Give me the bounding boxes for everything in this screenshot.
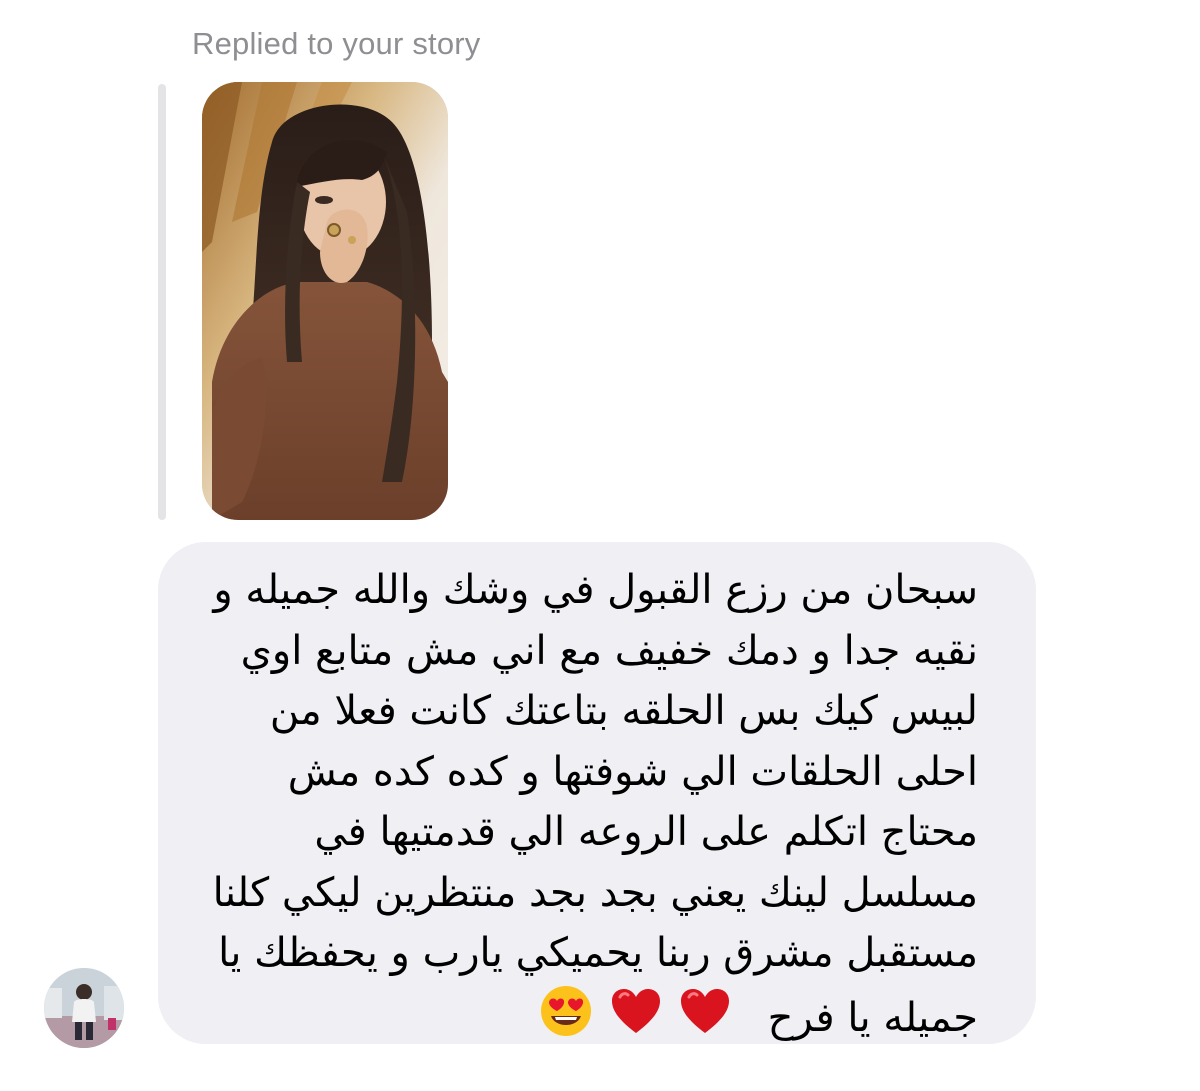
message-line: مسلسل لينك يعني بجد بجد منتظرين ليكي كلن… [212, 869, 978, 916]
message-line: سبحان من رزع القبول في وشك والله جميله و [213, 567, 978, 613]
message-line: لبيس كيك بس الحلقه بتاعتك كانت فعلا من [269, 688, 978, 734]
story-thumbnail[interactable] [202, 82, 448, 520]
heart-eyes-icon [539, 984, 593, 1056]
message-line: احلى الحلقات الي شوفتها و كده كده مش [287, 748, 978, 795]
dm-thread: Replied to your story سبحان من رزع القبو… [0, 0, 1200, 1091]
heart-icon [610, 987, 662, 1053]
replied-to-story-label: Replied to your story [192, 26, 481, 61]
message-text: سبحان من رزع القبول في وشك والله جميله و… [178, 560, 978, 1055]
message-line: محتاج اتكلم على الروعه الي قدمتيها في [314, 809, 978, 855]
message-line: جميله يا فرح [767, 994, 978, 1041]
heart-icon [679, 987, 731, 1053]
story-photo-icon [202, 82, 448, 520]
sender-avatar[interactable] [44, 968, 124, 1048]
message-last-line: جميله يا فرح [178, 984, 978, 1056]
message-line: نقيه جدا و دمك خفيف مع اني مش متابع اوي [240, 627, 978, 674]
avatar-photo-icon [44, 968, 124, 1048]
reply-indicator-bar [158, 84, 166, 520]
message-line: مستقبل مشرق ربنا يحميكي يارب و يحفظك يا [218, 930, 978, 976]
